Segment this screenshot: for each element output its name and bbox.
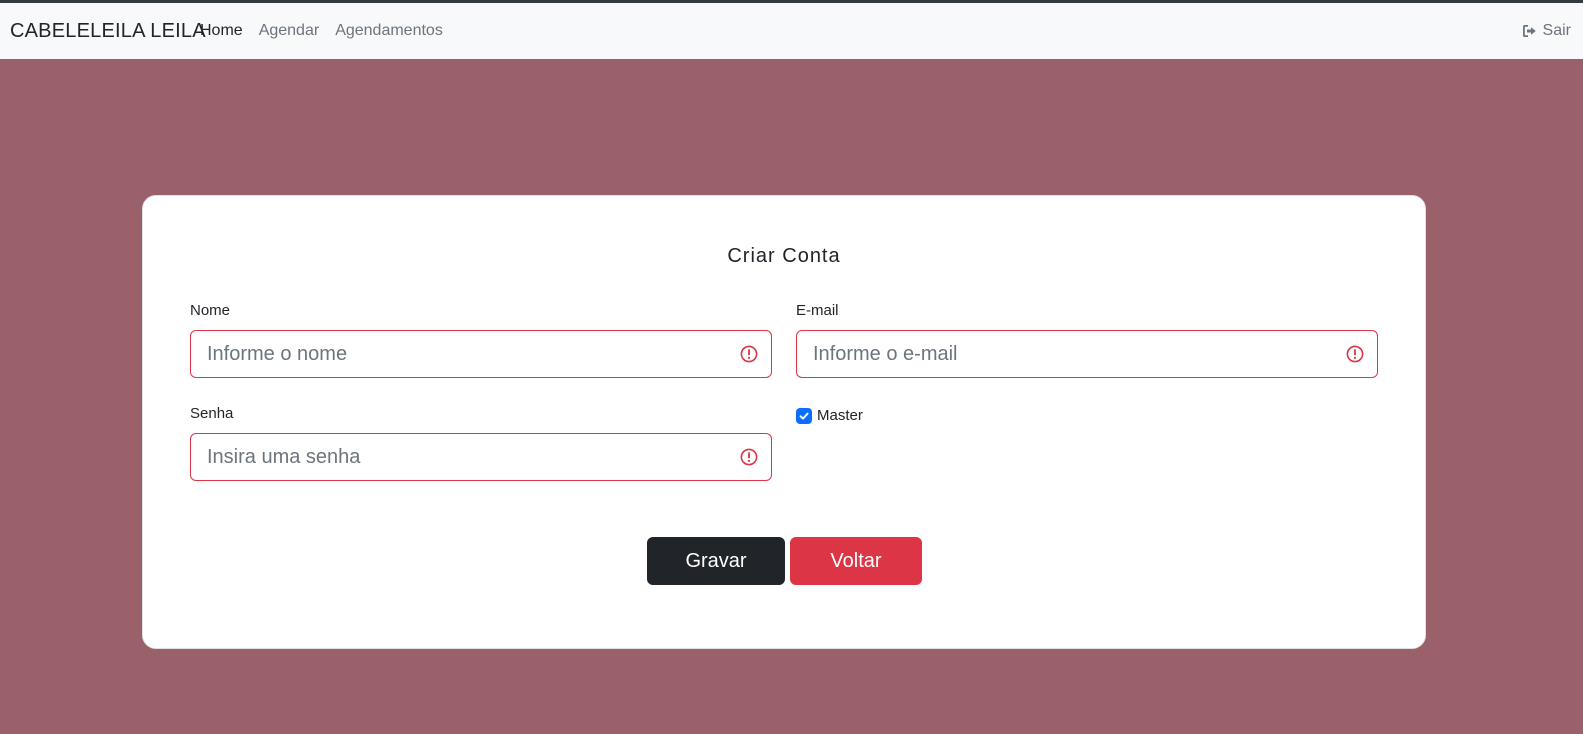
email-label: E-mail	[796, 302, 839, 319]
master-checkbox-group[interactable]: Master	[796, 407, 863, 424]
create-account-card: Criar Conta Nome E-mail Senha	[142, 195, 1426, 649]
save-button[interactable]: Gravar	[647, 537, 785, 585]
nav-link-agendar[interactable]: Agendar	[259, 22, 320, 40]
form-title: Criar Conta	[727, 245, 841, 267]
nav-link-agendamentos[interactable]: Agendamentos	[335, 22, 443, 40]
email-field	[796, 330, 1378, 378]
nav-links: Home Agendar Agendamentos	[200, 22, 443, 40]
password-input[interactable]	[191, 434, 771, 480]
password-label: Senha	[190, 405, 234, 422]
sign-out-icon	[1522, 25, 1536, 37]
checkmark-icon	[799, 412, 809, 420]
alert-circle-icon	[740, 448, 758, 466]
alert-circle-icon	[740, 345, 758, 363]
logout-button[interactable]: Sair	[1522, 22, 1571, 40]
navbar: CABELELEILA LEILA Home Agendar Agendamen…	[0, 3, 1583, 59]
master-checkbox[interactable]	[796, 407, 812, 424]
name-input[interactable]	[191, 331, 771, 377]
back-button[interactable]: Voltar	[790, 537, 922, 585]
brand-link[interactable]: CABELELEILA LEILA	[10, 20, 206, 43]
name-field	[190, 330, 772, 378]
name-label: Nome	[190, 302, 231, 319]
master-label: Master	[817, 407, 863, 424]
nav-link-home[interactable]: Home	[200, 22, 243, 40]
email-input[interactable]	[797, 331, 1377, 377]
alert-circle-icon	[1346, 345, 1364, 363]
password-field	[190, 433, 772, 481]
logout-label: Sair	[1542, 22, 1571, 39]
